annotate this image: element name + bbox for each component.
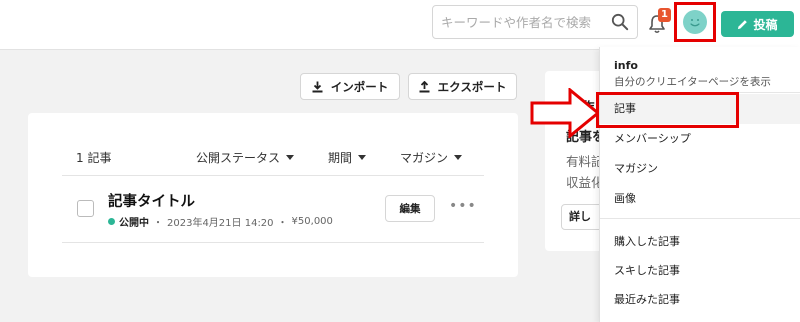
article-title[interactable]: 記事タイトル	[108, 190, 195, 211]
edit-button[interactable]: 編集	[385, 195, 435, 222]
post-button[interactable]: 投稿	[721, 11, 794, 37]
article-list-card: 1 記事 公開ステータス 期間 マガジン 記事タイトル 公開中 ・ 2023年4…	[28, 113, 518, 277]
pencil-icon	[738, 19, 748, 29]
menu-item-membership[interactable]: メンバーシップ	[600, 124, 800, 154]
menu-item-liked[interactable]: スキした記事	[600, 256, 800, 286]
import-button[interactable]: インポート	[300, 73, 400, 100]
notification-badge: 1	[658, 8, 671, 22]
search-box	[432, 5, 638, 39]
dropdown-divider	[600, 218, 800, 219]
article-count: 1 記事	[76, 149, 111, 166]
red-arrow-annotation	[530, 88, 601, 138]
avatar[interactable]	[683, 10, 707, 34]
upload-icon	[419, 80, 430, 92]
import-label: インポート	[330, 79, 389, 94]
article-date: 2023年4月21日 14:20	[167, 218, 274, 229]
status-dot-icon	[108, 218, 115, 225]
export-button[interactable]: エクスポート	[408, 73, 517, 100]
more-options-icon[interactable]: •••	[449, 198, 477, 214]
menu-item-recently-viewed[interactable]: 最近みた記事	[600, 285, 800, 315]
article-meta: 公開中 ・ 2023年4月21日 14:20 ・ ¥50,000	[108, 214, 333, 229]
search-input[interactable]	[433, 6, 603, 38]
filter-status[interactable]: 公開ステータス	[196, 149, 295, 166]
smiley-face-icon	[690, 19, 700, 27]
post-button-label: 投稿	[753, 17, 778, 32]
side-card-text: 収益化	[566, 175, 604, 190]
filter-status-label: 公開ステータス	[196, 151, 281, 165]
caret-down-icon	[454, 155, 463, 160]
filter-period[interactable]: 期間	[328, 149, 367, 166]
article-checkbox[interactable]	[77, 200, 94, 217]
export-label: エクスポート	[437, 79, 507, 94]
download-icon	[312, 81, 323, 92]
divider	[62, 242, 484, 243]
filter-period-label: 期間	[328, 151, 353, 165]
menu-item-magazine[interactable]: マガジン	[600, 154, 800, 184]
caret-down-icon	[286, 155, 295, 160]
dropdown-user-name[interactable]: info	[614, 59, 638, 72]
filter-magazine[interactable]: マガジン	[400, 149, 463, 166]
top-header: 1 投稿	[0, 0, 800, 50]
divider	[62, 175, 484, 176]
status-badge: 公開中	[119, 218, 149, 229]
filter-magazine-label: マガジン	[400, 151, 449, 165]
menu-item-images[interactable]: 画像	[600, 184, 800, 214]
meta-separator: ・	[277, 218, 288, 229]
dropdown-user-subtitle[interactable]: 自分のクリエイターページを表示	[614, 74, 771, 89]
search-icon[interactable]	[611, 13, 629, 31]
meta-separator: ・	[153, 218, 163, 229]
article-price: ¥50,000	[291, 216, 333, 227]
side-card-text: 有料記	[566, 154, 604, 169]
article-count-label: 1 記事	[76, 151, 112, 165]
account-dropdown-menu: info 自分のクリエイターページを表示 記事 メンバーシップ マガジン 画像 …	[599, 47, 800, 322]
avatar-highlight-box	[674, 2, 716, 42]
menu-item-purchased[interactable]: 購入した記事	[600, 227, 800, 257]
articles-highlight-box	[596, 92, 739, 128]
caret-down-icon	[358, 155, 367, 160]
